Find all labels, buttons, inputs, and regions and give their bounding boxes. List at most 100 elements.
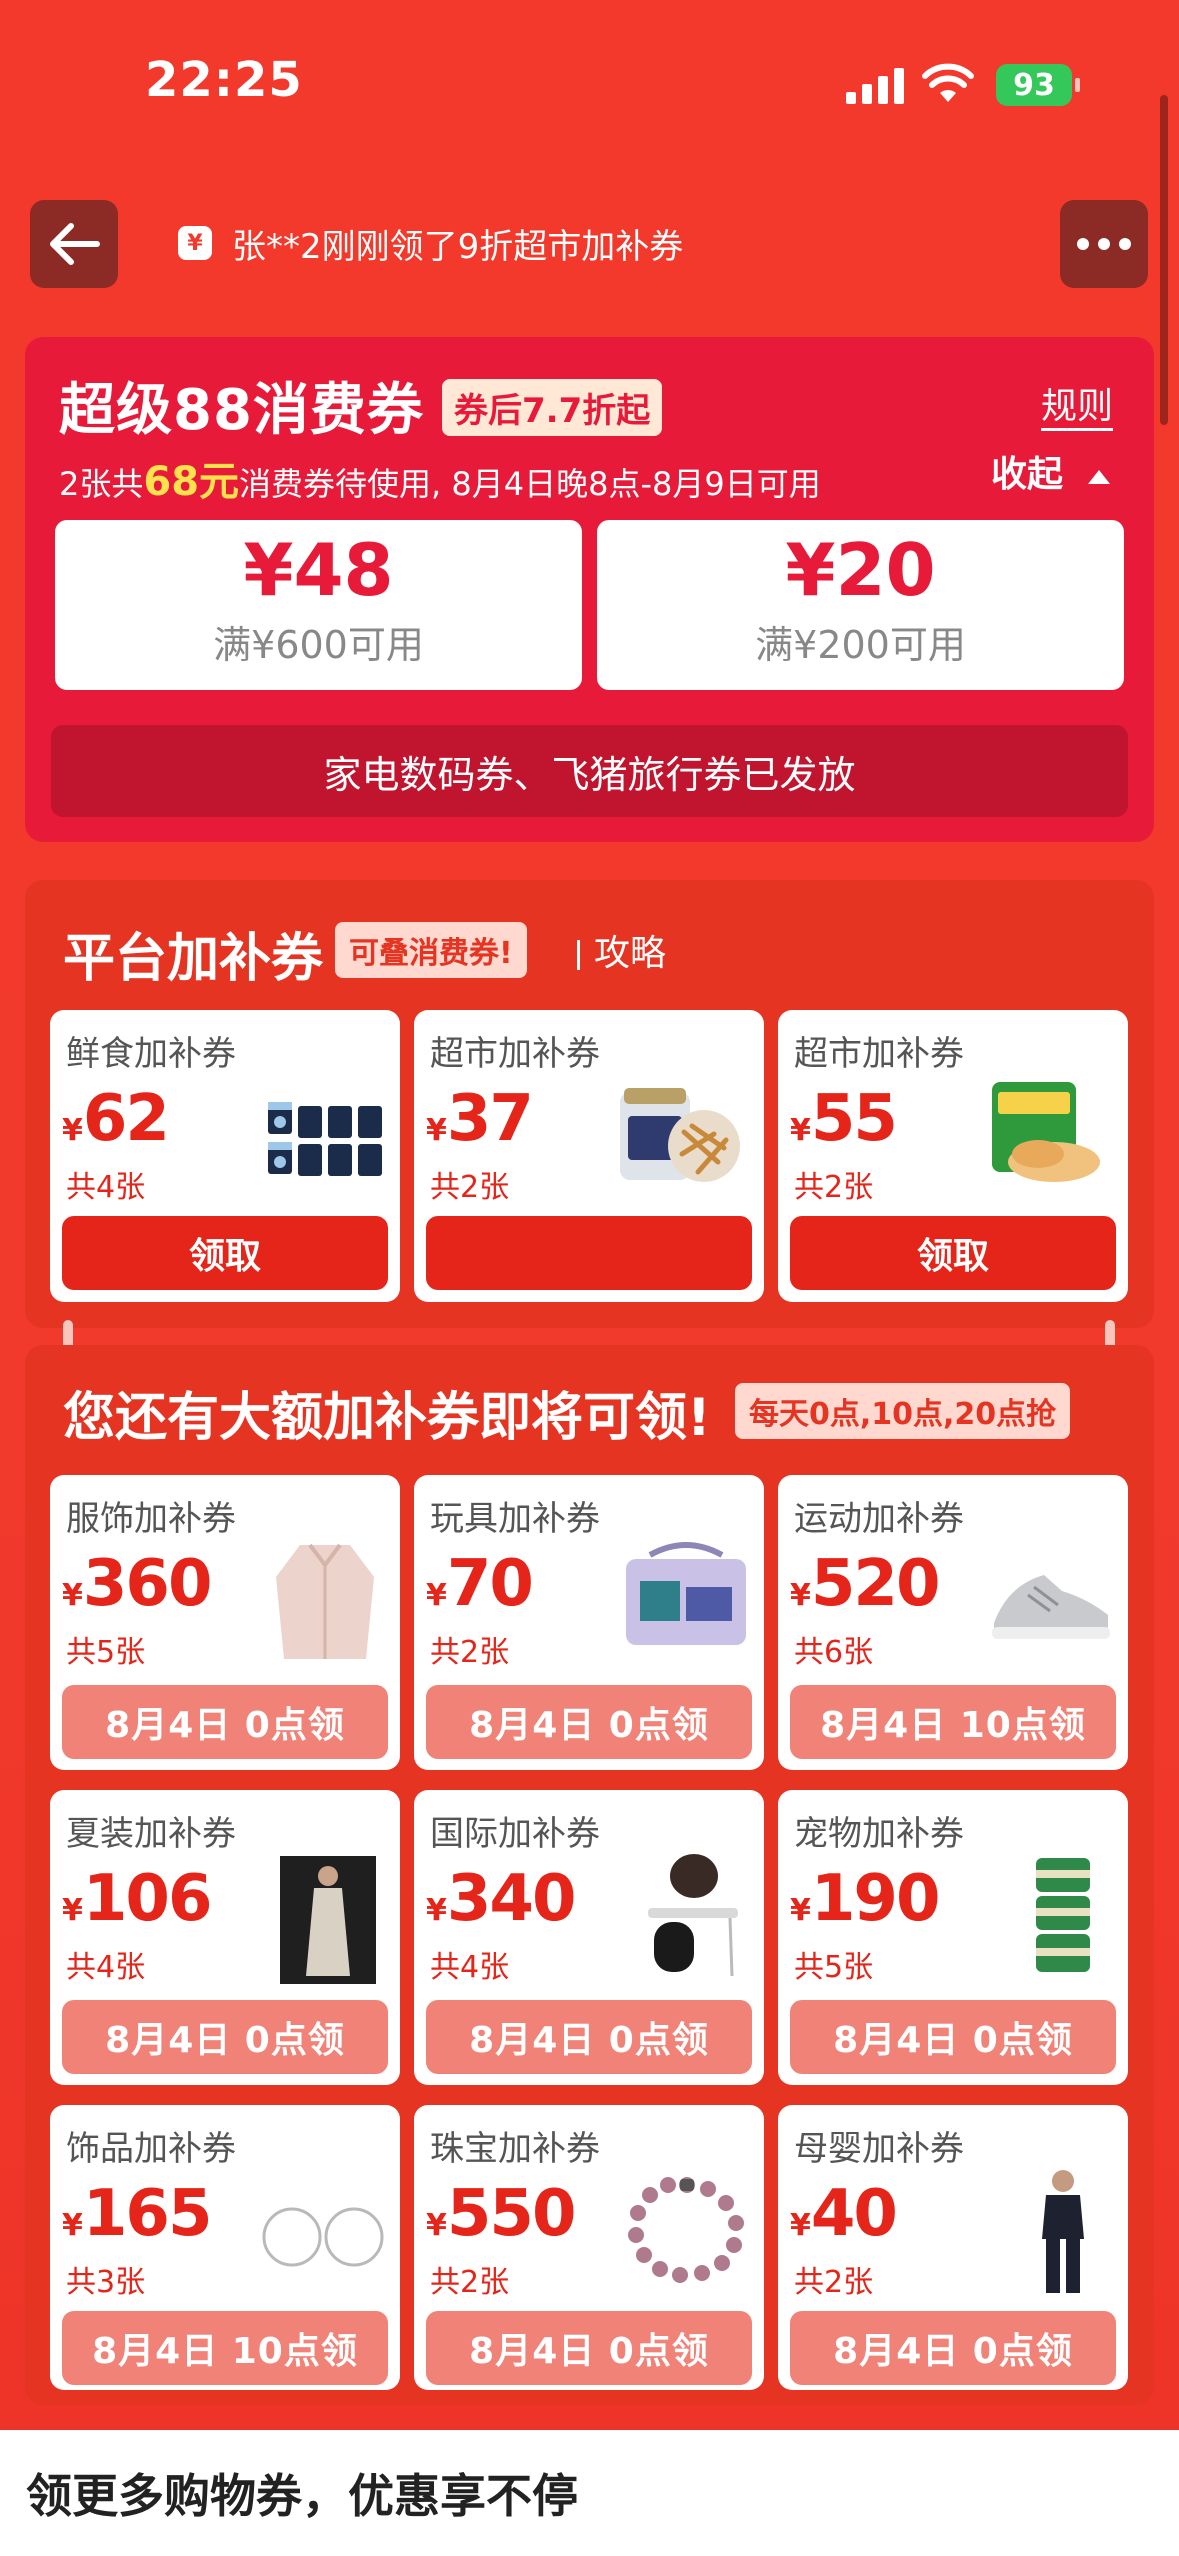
tile-amount: 62 xyxy=(82,1082,170,1156)
ticker-text: 张**2刚刚领了9折超市加补券 xyxy=(232,226,684,267)
battery-level: 93 xyxy=(1013,67,1055,103)
released-notice[interactable]: 家电数码券、飞猪旅行券已发放 xyxy=(51,725,1128,817)
tile-count: 共3张 xyxy=(66,2265,146,2300)
tile-value: ¥190 xyxy=(790,1862,941,1936)
scheduled-claim-button[interactable]: 8月4日 0点领 xyxy=(790,2311,1116,2385)
more-dots-icon xyxy=(1077,238,1131,250)
page-scrollbar[interactable] xyxy=(1160,95,1168,425)
scheduled-claim-button[interactable]: 8月4日 10点领 xyxy=(790,1685,1116,1759)
hoop-earrings-image xyxy=(262,2207,384,2267)
coupon-tile-international[interactable]: 国际加补券 ¥340 共4张 8月4日 0点领 xyxy=(414,1790,764,2085)
stackable-badge: 可叠消费券! xyxy=(335,922,527,978)
currency-symbol: ¥ xyxy=(426,1578,447,1613)
cordyceps-jar-image xyxy=(620,1088,740,1182)
tile-count: 共4张 xyxy=(66,1950,146,1985)
claim-button[interactable]: 领取 xyxy=(790,1216,1116,1290)
tile-count: 共2张 xyxy=(430,2265,510,2300)
arrow-left-icon xyxy=(50,223,100,265)
tile-amount: 520 xyxy=(810,1547,941,1621)
coupon-48[interactable]: ¥48 满¥600可用 xyxy=(55,520,582,690)
currency-symbol: ¥ xyxy=(790,2208,811,2243)
tile-name: 珠宝加补券 xyxy=(430,2129,600,2169)
claim-button[interactable] xyxy=(426,1216,752,1290)
battery-indicator: 93 xyxy=(996,64,1080,106)
tile-amount: 360 xyxy=(82,1547,213,1621)
status-bar: 22:25 93 xyxy=(0,0,1179,170)
tile-name: 母婴加补券 xyxy=(794,2129,964,2169)
rules-link[interactable]: 规则 xyxy=(1041,377,1113,429)
guide-link[interactable]: 攻略 xyxy=(577,924,666,976)
tile-amount: 165 xyxy=(82,2177,213,2251)
currency-symbol: ¥ xyxy=(62,1578,83,1613)
shirt-image xyxy=(276,1543,374,1659)
tile-value: ¥520 xyxy=(790,1547,941,1621)
currency-symbol: ¥ xyxy=(426,2208,447,2243)
tile-value: ¥70 xyxy=(426,1547,534,1621)
coupon-tile-supermarket-37[interactable]: 超市加补券 ¥37 共2张 xyxy=(414,1010,764,1302)
coupon-value: ¥20 xyxy=(785,528,936,612)
coupon-description: 2张共68元消费券待使用, 8月4日晚8点-8月9日可用 xyxy=(59,449,821,507)
scheduled-claim-button[interactable]: 8月4日 0点领 xyxy=(62,2000,388,2074)
toy-box-image xyxy=(626,1542,746,1645)
tile-name: 国际加补券 xyxy=(430,1814,600,1854)
coupon-icon: ¥ xyxy=(178,226,212,260)
claim-button[interactable]: 领取 xyxy=(62,1216,388,1290)
scheduled-claim-button[interactable]: 8月4日 10点领 xyxy=(62,2311,388,2385)
tile-count: 共4张 xyxy=(430,1950,510,1985)
coupon-tile-apparel[interactable]: 服饰加补券 ¥360 共5张 8月4日 0点领 xyxy=(50,1475,400,1770)
yogurt-cups-image xyxy=(268,1102,382,1176)
tile-name: 运动加补券 xyxy=(794,1499,964,1539)
bottom-title: 领更多购物券，优惠享不停 xyxy=(26,2469,578,2523)
coupon-tile-sports[interactable]: 运动加补券 ¥520 共6张 8月4日 10点领 xyxy=(778,1475,1128,1770)
tile-value: ¥106 xyxy=(62,1862,213,1936)
coupon-tile-toys[interactable]: 玩具加补券 ¥70 共2张 8月4日 0点领 xyxy=(414,1475,764,1770)
coupon-tile-pets[interactable]: 宠物加补券 ¥190 共5张 8月4日 0点领 xyxy=(778,1790,1128,2085)
sneaker-image xyxy=(992,1575,1110,1639)
tile-name: 玩具加补券 xyxy=(430,1499,600,1539)
scheduled-claim-button[interactable]: 8月4日 0点领 xyxy=(790,2000,1116,2074)
coupon-tile-supermarket-55[interactable]: 超市加补券 ¥55 共2张 领取 xyxy=(778,1010,1128,1302)
tile-amount: 70 xyxy=(446,1547,534,1621)
coupon-value: ¥48 xyxy=(243,528,394,612)
currency-symbol: ¥ xyxy=(790,1578,811,1613)
coupon-tile-jewelry[interactable]: 珠宝加补券 ¥550 共2张 8月4日 0点领 xyxy=(414,2105,764,2390)
tile-name: 鲜食加补券 xyxy=(66,1034,236,1074)
summer-dress-model-image xyxy=(280,1856,376,1984)
coupon-tile-summer-wear[interactable]: 夏装加补券 ¥106 共4张 8月4日 0点领 xyxy=(50,1790,400,2085)
super-88-coupon-card: 超级88消费券 券后7.7折起 规则 2张共68元消费券待使用, 8月4日晚8点… xyxy=(25,337,1154,842)
kid-outfit-model-image xyxy=(1042,2170,1084,2293)
desc-prefix: 2张共 xyxy=(59,465,144,503)
collapse-label: 收起 xyxy=(991,454,1064,495)
coupon-tile-maternity-baby[interactable]: 母婴加补券 ¥40 共2张 8月4日 0点领 xyxy=(778,2105,1128,2390)
scheduled-claim-button[interactable]: 8月4日 0点领 xyxy=(426,2311,752,2385)
separator xyxy=(577,940,580,970)
tile-value: ¥360 xyxy=(62,1547,213,1621)
tile-amount: 190 xyxy=(810,1862,941,1936)
scheduled-claim-button[interactable]: 8月4日 0点领 xyxy=(426,1685,752,1759)
tile-value: ¥62 xyxy=(62,1082,170,1156)
scheduled-claim-button[interactable]: 8月4日 0点领 xyxy=(62,1685,388,1759)
tile-count: 共5张 xyxy=(66,1635,146,1670)
coupon-tile-fresh-food[interactable]: 鲜食加补券 ¥62 共4张 领取 xyxy=(50,1010,400,1302)
claim-ticker: ¥ 张**2刚刚领了9折超市加补券 xyxy=(178,215,683,271)
more-button[interactable] xyxy=(1060,200,1148,288)
tile-amount: 55 xyxy=(810,1082,898,1156)
tile-amount: 550 xyxy=(446,2177,577,2251)
currency-symbol: ¥ xyxy=(62,2208,83,2243)
snack-bag-image xyxy=(992,1082,1100,1182)
card-title: 超级88消费券 xyxy=(59,378,424,443)
back-button[interactable] xyxy=(30,200,118,288)
battery-cap xyxy=(1075,78,1080,92)
coupon-20[interactable]: ¥20 满¥200可用 xyxy=(597,520,1124,690)
tile-amount: 106 xyxy=(82,1862,213,1936)
desc-suffix: 消费券待使用, 8月4日晚8点-8月9日可用 xyxy=(239,465,821,503)
wifi-icon xyxy=(922,63,974,102)
tile-value: ¥37 xyxy=(426,1082,534,1156)
upcoming-coupon-panel: 您还有大额加补券即将可领! 每天0点,10点,20点抢 服饰加补券 ¥360 共… xyxy=(25,1345,1154,2405)
tile-count: 共5张 xyxy=(794,1950,874,1985)
scheduled-claim-button[interactable]: 8月4日 0点领 xyxy=(426,2000,752,2074)
discount-badge: 券后7.7折起 xyxy=(442,379,663,436)
coupon-condition: 满¥600可用 xyxy=(213,623,424,667)
collapse-toggle[interactable]: 收起 xyxy=(991,445,1112,497)
coupon-tile-accessories[interactable]: 饰品加补券 ¥165 共3张 8月4日 10点领 xyxy=(50,2105,400,2390)
